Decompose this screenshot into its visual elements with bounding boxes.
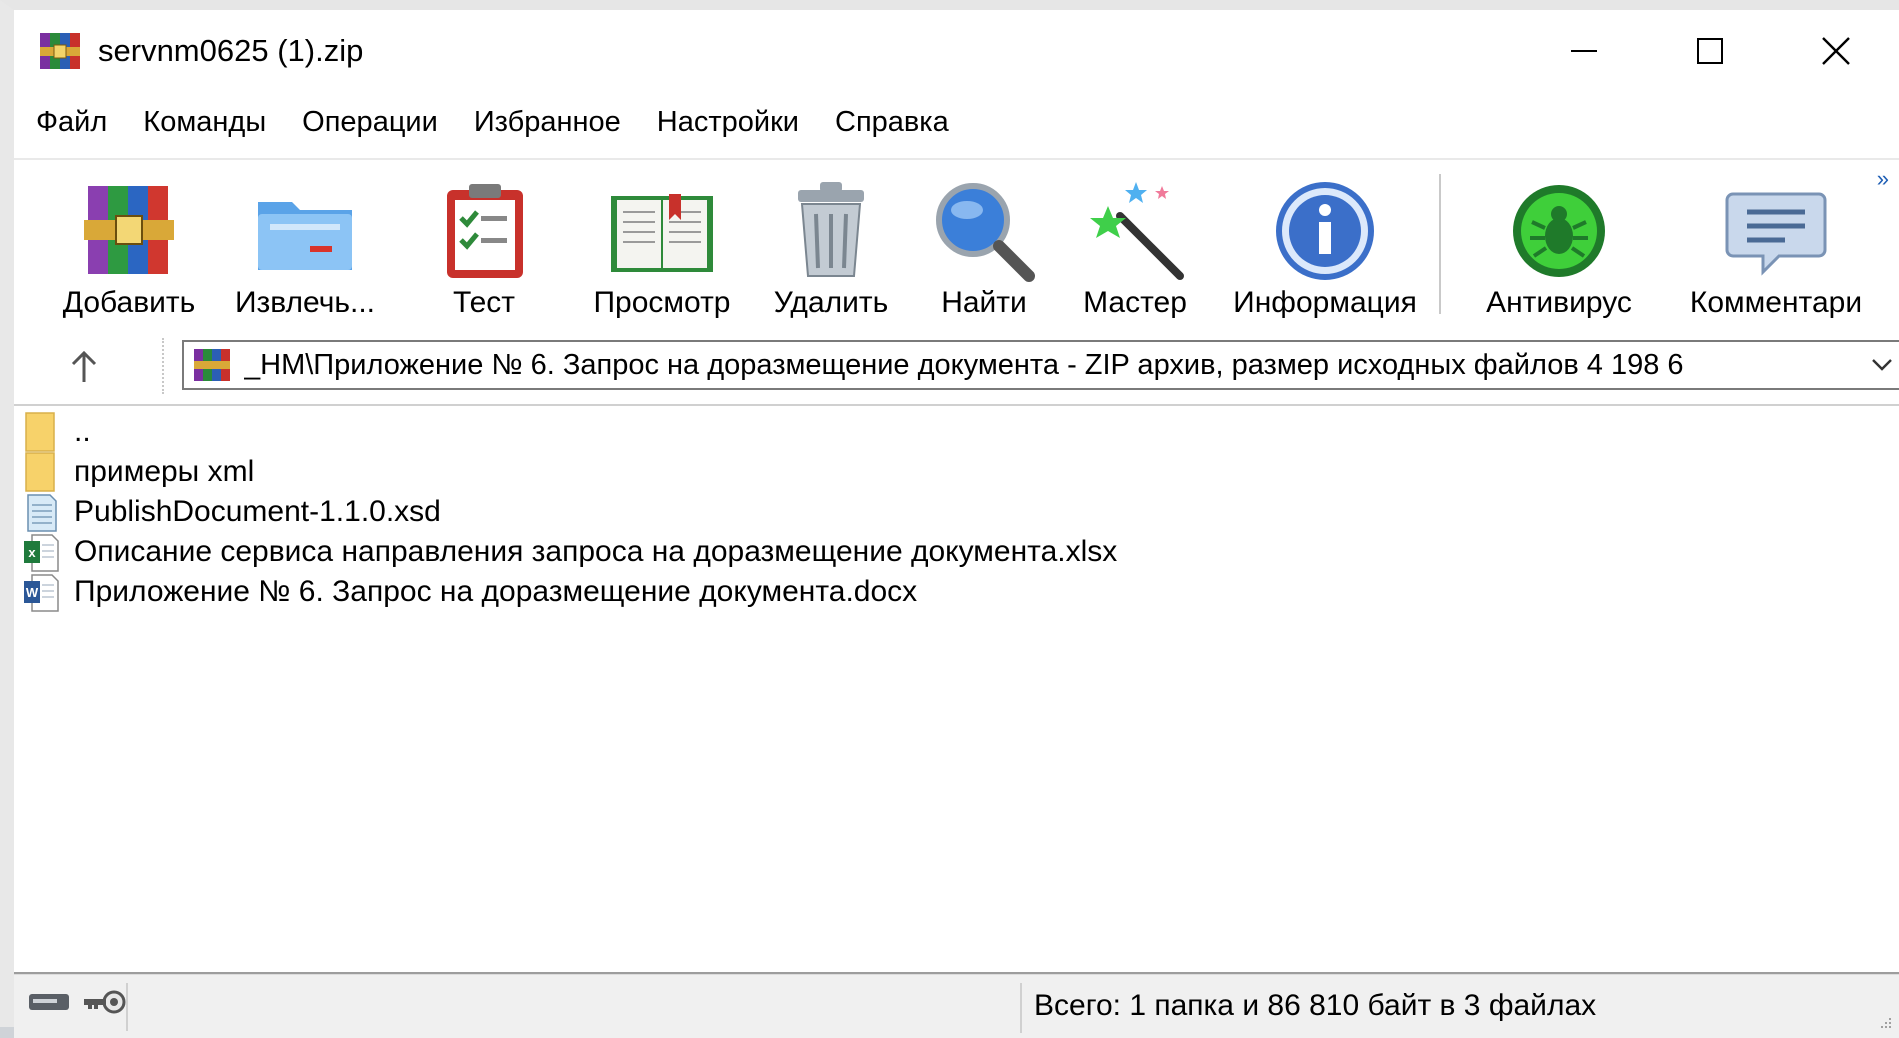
resize-grip-icon[interactable]: [1877, 1016, 1893, 1032]
comment-label: Комментари: [1689, 286, 1863, 319]
comment-icon: [1721, 176, 1831, 286]
title-bar: servnm0625 (1).zip: [14, 10, 1899, 92]
file-list: .. примеры xml PublishDocument-1.1.0.xsd: [14, 406, 1899, 974]
address-dropdown[interactable]: [1865, 358, 1899, 372]
close-button[interactable]: [1773, 10, 1899, 92]
add-archive-icon: [74, 176, 184, 286]
extract-folder-icon: [250, 176, 360, 286]
winrar-app-icon: [38, 29, 84, 73]
add-label: Добавить: [62, 286, 196, 319]
menu-commands[interactable]: Команды: [125, 106, 284, 139]
menu-favorites[interactable]: Избранное: [456, 106, 639, 139]
menu-settings[interactable]: Настройки: [639, 106, 817, 139]
chevron-down-icon: [1872, 359, 1892, 371]
delete-trash-icon: [776, 176, 886, 286]
excel-file-icon: x: [24, 531, 60, 573]
menu-bar: Файл Команды Операции Избранное Настройк…: [14, 92, 1899, 152]
folder-icon: [24, 411, 60, 453]
view-button[interactable]: Просмотр: [582, 172, 742, 322]
add-button[interactable]: Добавить: [54, 172, 204, 322]
info-button[interactable]: Информация: [1220, 172, 1430, 322]
winrar-window: servnm0625 (1).zip Файл Команды Операции…: [0, 0, 1899, 1038]
status-summary: Всего: 1 папка и 86 810 байт в 3 файлах: [1034, 989, 1597, 1022]
window-controls: [1521, 10, 1899, 92]
xsd-file-icon: [24, 491, 60, 533]
drive-icon[interactable]: [28, 991, 70, 1018]
info-label: Информация: [1233, 286, 1417, 319]
file-name: Описание сервиса направления запроса на …: [74, 535, 1118, 568]
find-label: Найти: [941, 286, 1027, 319]
test-label: Тест: [452, 286, 516, 319]
word-file-icon: W: [24, 571, 60, 613]
window-title: servnm0625 (1).zip: [98, 33, 364, 68]
minimize-icon: [1571, 50, 1597, 52]
svg-text:W: W: [26, 585, 39, 600]
address-bar: _НМ\Приложение № 6. Запрос на доразмещен…: [14, 328, 1899, 406]
address-grip: [162, 338, 168, 394]
delete-button[interactable]: Удалить: [766, 172, 896, 322]
svg-text:x: x: [28, 545, 36, 560]
wizard-wand-icon: [1080, 176, 1190, 286]
find-button[interactable]: Найти: [924, 172, 1044, 322]
toolbar-overflow-icon[interactable]: »: [1877, 166, 1889, 192]
antivirus-bug-icon: [1504, 176, 1614, 286]
maximize-button[interactable]: [1647, 10, 1773, 92]
file-row-xsd[interactable]: PublishDocument-1.1.0.xsd: [14, 490, 441, 534]
file-name: PublishDocument-1.1.0.xsd: [74, 495, 441, 528]
folder-icon: [24, 451, 60, 493]
menu-operations[interactable]: Операции: [284, 106, 456, 139]
file-row-docx[interactable]: W Приложение № 6. Запрос на доразмещение…: [14, 570, 917, 614]
extract-button[interactable]: Извлечь...: [230, 172, 380, 322]
file-row-parent[interactable]: ..: [14, 410, 91, 454]
address-path: _НМ\Приложение № 6. Запрос на доразмещен…: [244, 348, 1684, 381]
info-icon: [1270, 176, 1380, 286]
file-name: Приложение № 6. Запрос на доразмещение д…: [74, 575, 918, 608]
view-label: Просмотр: [593, 286, 731, 319]
antivirus-button[interactable]: Антивирус: [1474, 172, 1644, 322]
status-icons: [28, 989, 128, 1020]
toolbar: Добавить Извлечь... Тест Просмотр Удалит…: [14, 158, 1899, 330]
wizard-label: Мастер: [1083, 286, 1187, 319]
find-magnifier-icon: [929, 176, 1039, 286]
test-button[interactable]: Тест: [424, 172, 544, 322]
minimize-button[interactable]: [1521, 10, 1647, 92]
view-book-icon: [607, 176, 717, 286]
key-icon[interactable]: [82, 989, 128, 1020]
status-separator: [1020, 983, 1022, 1033]
file-row-xlsx[interactable]: x Описание сервиса направления запроса н…: [14, 530, 1117, 574]
close-icon: [1822, 37, 1850, 65]
status-bar: Всего: 1 папка и 86 810 байт в 3 файлах: [14, 974, 1899, 1038]
status-separator: [126, 983, 128, 1031]
extract-label: Извлечь...: [234, 286, 376, 319]
maximize-icon: [1697, 38, 1723, 64]
menu-help[interactable]: Справка: [817, 106, 967, 139]
comment-button[interactable]: Комментари: [1666, 172, 1886, 322]
toolbar-separator: [1439, 174, 1441, 314]
archive-icon: [192, 347, 232, 383]
test-clipboard-icon: [429, 176, 539, 286]
menu-file[interactable]: Файл: [14, 106, 125, 139]
up-folder-button[interactable]: [54, 344, 114, 390]
address-field[interactable]: _НМ\Приложение № 6. Запрос на доразмещен…: [182, 340, 1899, 390]
file-name: ..: [74, 415, 91, 448]
file-row-folder[interactable]: примеры xml: [14, 450, 254, 494]
arrow-up-icon: [71, 350, 97, 382]
file-name: примеры xml: [74, 455, 255, 488]
delete-label: Удалить: [773, 286, 889, 319]
wizard-button[interactable]: Мастер: [1070, 172, 1200, 322]
antivirus-label: Антивирус: [1486, 286, 1632, 319]
